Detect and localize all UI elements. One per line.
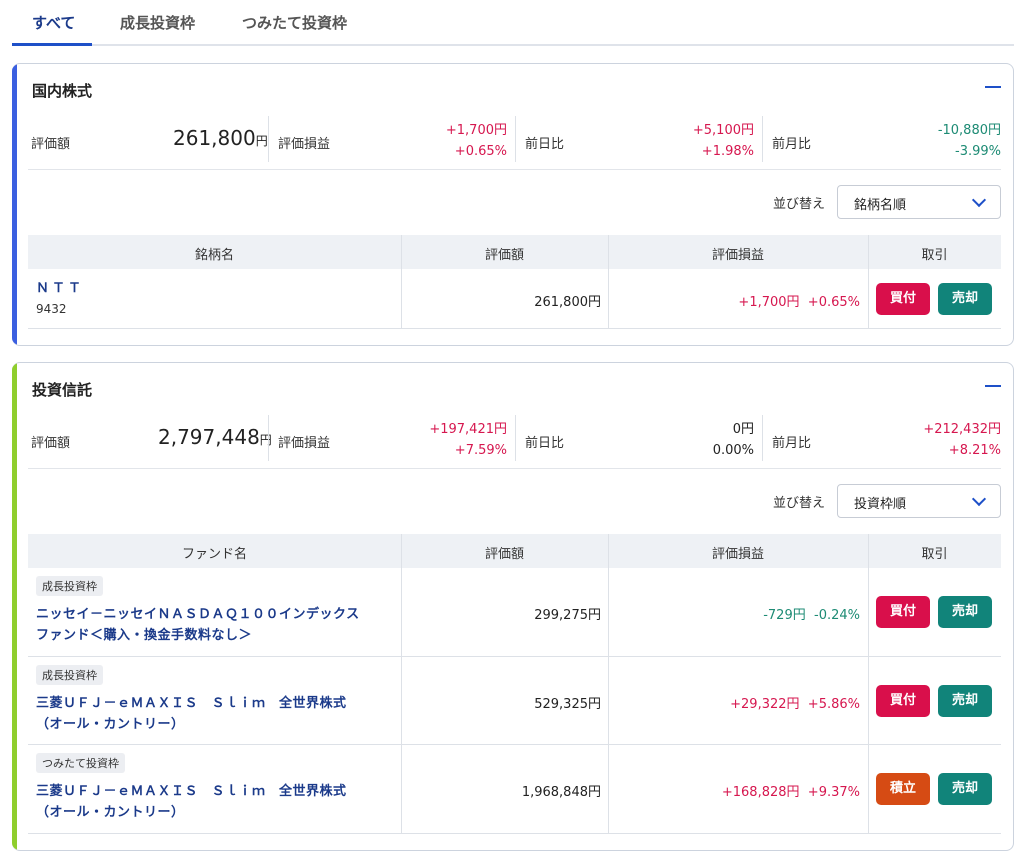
tab-tsumitate[interactable]: つみたて投資枠 — [242, 12, 347, 33]
month-change-value: +212,432円 +8.21% — [923, 422, 1001, 458]
collapse-icon[interactable] — [985, 385, 1001, 387]
pl-value: +1,700円 +0.65% — [445, 123, 507, 159]
day-change-value: 0円 0.00% — [712, 422, 754, 458]
summary-row: 評価額 2,797,448円 評価損益 +197,421円 +7.59% 前日比 … — [28, 415, 1001, 469]
col-amount-header: 評価額 — [484, 547, 524, 562]
month-change-value: -10,880円 -3.99% — [937, 123, 1001, 159]
sort-select[interactable]: 投資枠順 — [837, 484, 1001, 518]
sort-selected-value: 銘柄名順 — [854, 198, 907, 213]
month-change-label: 前月比 — [772, 436, 812, 451]
buy-button[interactable]: 買付 — [876, 685, 930, 717]
pl-value: +197,421円 +7.59% — [429, 422, 507, 458]
sort-selected-value: 投資枠順 — [854, 497, 907, 512]
valuation-label: 評価額 — [31, 436, 71, 451]
day-change-value: +5,100円 +1.98% — [692, 123, 754, 159]
row-pl: +168,828円 +9.37% — [721, 785, 860, 800]
table-row: 成長投資枠 ニッセイ－ニッセイＮＡＳＤＡＱ１００インデックス ファンド＜購入・換金… — [28, 568, 1001, 657]
fund-table: ファンド名 評価額 評価損益 取引 成長投資枠 ニッセイ－ニッセイＮＡＳＤＡＱ１… — [28, 534, 1001, 834]
sort-label: 並び替え — [772, 496, 825, 511]
summary-row: 評価額 261,800円 評価損益 +1,700円 +0.65% 前日比 +5,1… — [28, 116, 1001, 170]
col-pl-header: 評価損益 — [711, 248, 764, 263]
row-amount: 261,800円 — [534, 295, 601, 310]
col-name-header: ファンド名 — [181, 547, 247, 562]
active-tab-indicator — [12, 43, 92, 46]
tab-all[interactable]: すべて — [32, 12, 75, 33]
buy-button[interactable]: 買付 — [876, 596, 930, 628]
table-row: つみたて投資枠 三菱ＵＦＪ－ｅＭＡＸＩＳ Ｓｌｉｍ 全世界株式 （オール・カントリ… — [28, 745, 1001, 834]
day-change-label: 前日比 — [525, 137, 565, 152]
accumulate-button[interactable]: 積立 — [876, 773, 930, 805]
row-pl: +1,700円 +0.65% — [738, 295, 860, 310]
pl-label: 評価損益 — [278, 137, 331, 152]
investment-trusts-panel: 投資信託 評価額 2,797,448円 評価損益 +197,421円 +7.59%… — [12, 362, 1014, 851]
frame-badge: 成長投資枠 — [36, 576, 103, 596]
buy-button[interactable]: 買付 — [876, 283, 930, 315]
sell-button[interactable]: 売却 — [938, 685, 992, 717]
row-amount: 299,275円 — [534, 608, 601, 623]
table-header: 銘柄名 評価額 評価損益 取引 — [28, 235, 1001, 269]
sort-label: 並び替え — [772, 197, 825, 212]
tab-growth[interactable]: 成長投資枠 — [120, 12, 195, 33]
chevron-down-icon — [971, 192, 987, 208]
panel-title: 投資信託 — [32, 381, 93, 399]
row-amount: 1,968,848円 — [521, 785, 601, 800]
row-amount: 529,325円 — [534, 697, 601, 712]
panel-accent — [12, 363, 17, 850]
table-row: 成長投資枠 三菱ＵＦＪ－ｅＭＡＸＩＳ Ｓｌｉｍ 全世界株式 （オール・カントリー）… — [28, 657, 1001, 745]
panel-accent — [12, 64, 17, 345]
col-trade-header: 取引 — [921, 248, 948, 263]
col-pl-header: 評価損益 — [711, 547, 764, 562]
sort-row: 並び替え 投資枠順 — [601, 484, 1001, 518]
sell-button[interactable]: 売却 — [938, 596, 992, 628]
col-name-header: 銘柄名 — [194, 248, 234, 263]
account-tabs: すべて 成長投資枠 つみたて投資枠 — [12, 0, 1014, 46]
day-change-label: 前日比 — [525, 436, 565, 451]
sort-row: 並び替え 銘柄名順 — [601, 185, 1001, 219]
valuation-label: 評価額 — [31, 137, 71, 152]
pl-label: 評価損益 — [278, 436, 331, 451]
month-change-label: 前月比 — [772, 137, 812, 152]
table-row: ＮＴＴ 9432 261,800円 +1,700円 +0.65% 買付 売却 — [28, 269, 1001, 329]
chevron-down-icon — [971, 491, 987, 507]
frame-badge: つみたて投資枠 — [36, 753, 125, 773]
panel-title: 国内株式 — [32, 82, 93, 100]
row-pl: +29,322円 +5.86% — [730, 697, 860, 712]
fund-name-link[interactable]: 三菱ＵＦＪ－ｅＭＡＸＩＳ Ｓｌｉｍ 全世界株式 （オール・カントリー） — [36, 693, 347, 735]
sort-select[interactable]: 銘柄名順 — [837, 185, 1001, 219]
col-amount-header: 評価額 — [484, 248, 524, 263]
sell-button[interactable]: 売却 — [938, 283, 992, 315]
row-pl: -729円 -0.24% — [763, 608, 860, 623]
domestic-stocks-panel: 国内株式 評価額 261,800円 評価損益 +1,700円 +0.65% 前日比… — [12, 63, 1014, 346]
table-header: ファンド名 評価額 評価損益 取引 — [28, 534, 1001, 568]
fund-name-link[interactable]: ニッセイ－ニッセイＮＡＳＤＡＱ１００インデックス ファンド＜購入・換金手数料なし＞ — [36, 604, 360, 646]
valuation-value: 2,797,448円 — [158, 425, 272, 449]
stock-table: 銘柄名 評価額 評価損益 取引 ＮＴＴ 9432 261,800円 +1,700… — [28, 235, 1001, 329]
stock-name-link[interactable]: ＮＴＴ — [36, 278, 84, 299]
fund-name-link[interactable]: 三菱ＵＦＪ－ｅＭＡＸＩＳ Ｓｌｉｍ 全世界株式 （オール・カントリー） — [36, 781, 347, 823]
sell-button[interactable]: 売却 — [938, 773, 992, 805]
stock-code: 9432 — [36, 302, 67, 316]
col-trade-header: 取引 — [921, 547, 948, 562]
valuation-value: 261,800円 — [173, 126, 268, 150]
collapse-icon[interactable] — [985, 86, 1001, 88]
frame-badge: 成長投資枠 — [36, 665, 103, 685]
